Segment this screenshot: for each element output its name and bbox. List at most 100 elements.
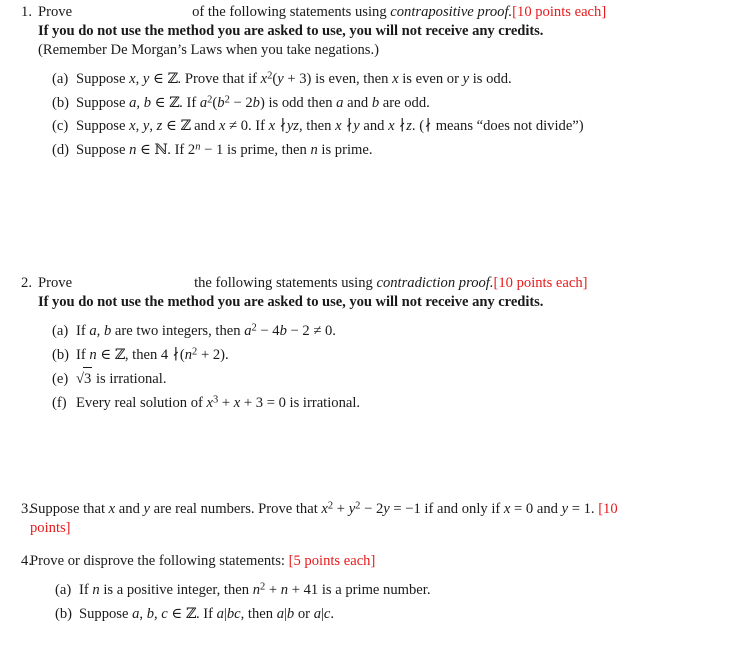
subitem-label: (e) — [52, 371, 69, 387]
statement-text: is odd. — [469, 71, 512, 87]
math-power: n2 — [184, 345, 198, 363]
math-variable: b — [279, 323, 287, 339]
statement-text: = 0 and — [510, 501, 562, 517]
problem-3-number: 3. — [21, 501, 32, 517]
subitem-label: (a) — [55, 582, 72, 598]
problem-subitem: (e) √3 is irrational. — [0, 367, 744, 392]
problem-3: 3. Suppose that x and y are real numbers… — [0, 500, 744, 538]
statement-text: = 1. — [568, 501, 599, 517]
statement-text: Suppose that — [30, 501, 109, 517]
subitem-statement: Suppose a, b, c ∈ ℤ. If a|bc, then a|b o… — [79, 606, 334, 622]
statement-text: ∈ — [151, 94, 170, 111]
subitem-statement: If n is a positive integer, then n2 + n … — [79, 582, 430, 598]
math-variable: a — [313, 605, 321, 622]
problem-4-stem: Prove or disprove the following statemen… — [0, 552, 744, 571]
math-variable: b — [143, 94, 151, 111]
math-variable: n — [310, 141, 318, 158]
problem-3-statement: Suppose that x and y are real numbers. P… — [0, 500, 744, 519]
statement-text: , — [96, 323, 104, 339]
statement-text: ) is odd then — [259, 94, 337, 111]
problem-4-stem-text: Prove or disprove the following statemen… — [30, 553, 285, 569]
subitem-label: (a) — [52, 71, 69, 87]
problem-2: 2. Prove the following statements using c… — [0, 274, 744, 415]
subitem-statement: Suppose a, b ∈ ℤ. If a2(b2 − 2b) is odd … — [76, 93, 430, 111]
statement-text: . If — [179, 94, 200, 111]
problem-4-number: 4. — [21, 553, 32, 569]
problem-1-method-emphasis: contrapositive proof. — [390, 4, 513, 20]
problem-4-points: [5 points each] — [288, 553, 376, 569]
subitem-statement: √3 is irrational. — [76, 367, 166, 387]
statement-text: ∈ — [136, 141, 155, 158]
subitem-statement: If n ∈ ℤ, then 4 ∤(n2 + 2). — [76, 345, 229, 363]
math-power: a2 — [244, 322, 257, 339]
math-variable: b — [146, 605, 154, 622]
problem-2-warning: If you do not use the method you are ask… — [38, 294, 544, 310]
statement-text: , — [139, 605, 147, 622]
statement-text: is even or — [398, 71, 463, 87]
statement-text: means “does not divide”) — [432, 118, 584, 134]
statement-text: and — [343, 94, 372, 111]
statement-text: Suppose — [76, 118, 130, 134]
math-variable: a — [276, 605, 284, 622]
statement-text: and — [190, 118, 219, 134]
problem-4-stem-line: 4. Prove or disprove the following state… — [0, 552, 744, 571]
statement-text: If — [76, 323, 90, 339]
problem-2-stem-line: 2. Prove the following statements using c… — [0, 274, 744, 293]
statement-text: + 2). — [197, 346, 229, 363]
math-number-set: ℤ — [169, 94, 180, 111]
problem-2-stem-after-blank: the following statements using — [194, 275, 373, 291]
subitem-label: (b) — [52, 346, 70, 363]
problem-subitem: (b) Suppose a, b, c ∈ ℤ. If a|bc, then a|… — [0, 603, 744, 627]
statement-text: ∈ — [162, 118, 181, 134]
problem-1-stem-before-blank: Prove — [38, 4, 73, 20]
math-variable: n — [92, 582, 100, 598]
problem-4: 4. Prove or disprove the following state… — [0, 552, 744, 626]
math-variable: n — [280, 582, 289, 598]
statement-text: and — [359, 118, 389, 134]
math-power: b2 — [217, 93, 230, 111]
problem-2-stem: Prove the following statements using cont… — [0, 274, 744, 293]
problem-2-stem-before-blank: Prove — [38, 275, 73, 291]
statement-text: ≠ 0. If — [225, 118, 269, 134]
statement-text: = −1 if and only if — [389, 501, 504, 517]
statement-text: . If 2 — [167, 141, 196, 158]
problem-subitem: (a) Suppose x, y ∈ ℤ. Prove that if x2(y … — [0, 68, 744, 92]
statement-text: are odd. — [379, 94, 430, 111]
problem-2-number: 2. — [21, 275, 32, 291]
does-not-divide-icon: ∤ — [279, 118, 287, 134]
statement-text: are real numbers. Prove that — [150, 501, 322, 517]
statement-text: , then — [298, 118, 336, 134]
problem-1-warning: If you do not use the method you are ask… — [38, 23, 544, 39]
statement-text: + — [265, 582, 281, 598]
problem-subitem: (a) If n is a positive integer, then n2 +… — [0, 579, 744, 603]
statement-text: . If — [195, 605, 217, 622]
statement-text: − 1 is prime, then — [200, 141, 311, 158]
math-power: x2 — [321, 500, 334, 517]
subitem-label: (c) — [52, 118, 69, 134]
math-number-set: ℤ — [114, 346, 126, 363]
statement-text: or — [294, 605, 314, 622]
subitem-label: (d) — [52, 141, 70, 158]
problem-1-stem: Prove of the following statements using c… — [0, 3, 744, 22]
does-not-divide-icon: ∤ — [345, 118, 353, 134]
math-number-set: ℤ — [167, 71, 178, 87]
statement-text: − 2 — [360, 501, 384, 517]
subitem-statement: Every real solution of x3 + x + 3 = 0 is… — [76, 394, 360, 411]
math-variable: b — [252, 94, 260, 111]
problem-1-number: 1. — [21, 4, 32, 20]
subitem-label: (f) — [52, 394, 67, 411]
statement-text: , then — [240, 605, 277, 622]
problem-2-items: (a) If a, b are two integers, then a2 − 4… — [0, 320, 744, 415]
problem-subitem: (b) If n ∈ ℤ, then 4 ∤(n2 + 2). — [0, 344, 744, 368]
problem-subitem: (d) Suppose n ∈ ℕ. If 2n − 1 is prime, th… — [0, 139, 744, 163]
statement-text: . Prove that if — [177, 71, 261, 87]
math-power: x2 — [260, 70, 273, 87]
subitem-label: (b) — [55, 605, 73, 622]
subitem-label: (b) — [52, 94, 70, 111]
statement-text: Every real solution of — [76, 394, 207, 411]
problem-subitem: (b) Suppose a, b ∈ ℤ. If a2(b2 − 2b) is o… — [0, 92, 744, 116]
statement-text: , — [149, 118, 157, 134]
points-annotation: [10 — [598, 501, 618, 517]
document-page: 1. Prove of the following statements usin… — [0, 0, 744, 656]
statement-text: , — [136, 94, 144, 111]
